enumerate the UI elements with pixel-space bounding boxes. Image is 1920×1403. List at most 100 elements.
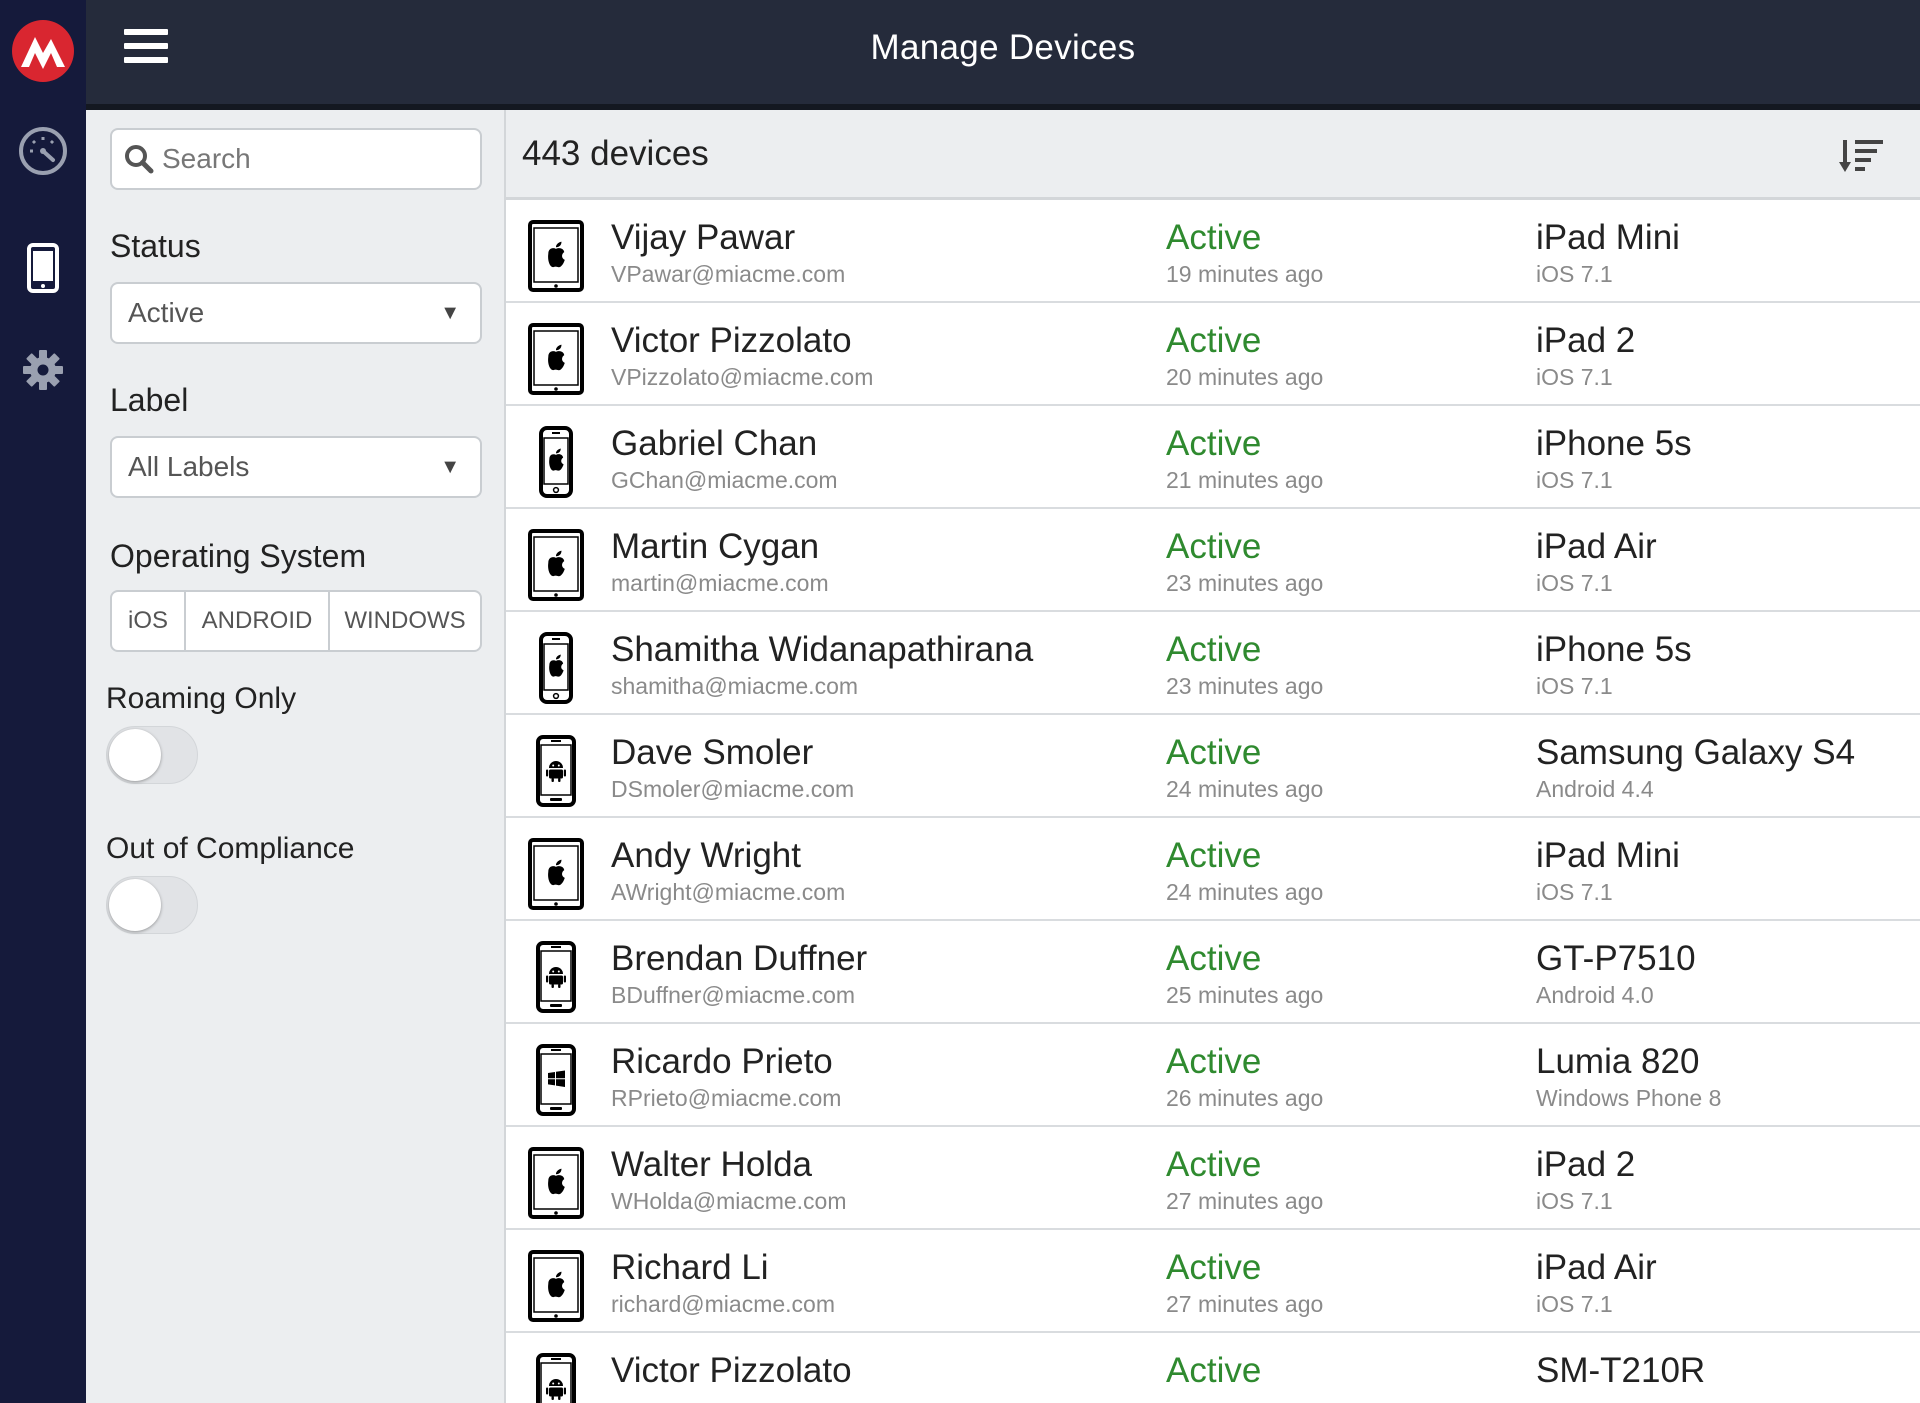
device-row[interactable]: Walter Holda WHolda@miacme.com Active 27 mi… [506, 1127, 1920, 1230]
device-row[interactable]: Andy Wright AWright@miacme.com Active 24 mi… [506, 818, 1920, 921]
device-status: Active [1166, 321, 1262, 360]
tablet-device-icon [528, 1250, 584, 1322]
phone-device-icon [536, 735, 576, 807]
device-row[interactable]: Vijay Pawar VPawar@miacme.com Active 19 min… [506, 200, 1920, 303]
device-os: iOS 7.1 [1536, 570, 1613, 596]
mobile-device-icon [27, 243, 59, 293]
device-type-icon [526, 632, 586, 704]
device-last-checkin: 20 minutes ago [1166, 364, 1324, 390]
device-owner-name: Richard Li [611, 1248, 769, 1287]
sort-descending-icon [1839, 140, 1883, 172]
phone-device-icon [539, 632, 573, 704]
dashboard-nav[interactable] [0, 122, 86, 180]
list-header: 443 devices [506, 110, 1920, 200]
device-type-icon [526, 1250, 586, 1322]
tablet-device-icon [528, 529, 584, 601]
device-status: Active [1166, 1248, 1262, 1287]
gear-icon [23, 350, 63, 390]
device-status: Active [1166, 218, 1262, 257]
device-list: Vijay Pawar VPawar@miacme.com Active 19 min… [506, 200, 1920, 1403]
status-select[interactable]: Active ▼ [110, 282, 482, 344]
search-input[interactable] [162, 143, 462, 175]
os-option-android[interactable]: ANDROID [186, 592, 330, 650]
device-model: iPad Mini [1536, 836, 1680, 875]
out-of-compliance-label: Out of Compliance [106, 832, 355, 865]
speedometer-icon [19, 127, 67, 175]
device-type-icon [526, 426, 586, 498]
device-status: Active [1166, 1042, 1262, 1081]
roaming-only-toggle[interactable] [106, 726, 198, 784]
page-title: Manage Devices [870, 28, 1136, 67]
device-model: iPad Air [1536, 1248, 1657, 1287]
device-row[interactable]: Victor Pizzolato VPizzolato@miacme.com Act… [506, 303, 1920, 406]
phone-device-icon [539, 426, 573, 498]
search-box[interactable] [110, 128, 482, 190]
device-os: Android 4.4 [1536, 776, 1654, 802]
device-owner-email: GChan@miacme.com [611, 467, 838, 493]
device-status: Active [1166, 424, 1262, 463]
device-type-icon [526, 735, 586, 807]
device-row[interactable]: Dave Smoler DSmoler@miacme.com Active 24 mi… [506, 715, 1920, 818]
device-os: Android 4.0 [1536, 982, 1654, 1008]
device-model: iPad Air [1536, 527, 1657, 566]
device-row[interactable]: Richard Li richard@miacme.com Active 27 min… [506, 1230, 1920, 1333]
device-os: iOS 7.1 [1536, 261, 1613, 287]
device-type-icon [526, 323, 586, 395]
device-model: iPad 2 [1536, 1145, 1636, 1184]
phone-device-icon [536, 1044, 576, 1116]
device-owner-name: Walter Holda [611, 1145, 812, 1184]
device-os: iOS 7.1 [1536, 467, 1613, 493]
device-last-checkin: 21 minutes ago [1166, 467, 1324, 493]
device-last-checkin: 23 minutes ago [1166, 570, 1324, 596]
toggle-knob [109, 879, 161, 931]
device-type-icon [526, 529, 586, 601]
dropdown-caret-icon: ▼ [440, 301, 460, 324]
device-count: 443 devices [522, 134, 709, 173]
device-last-checkin: 19 minutes ago [1166, 261, 1324, 287]
device-owner-name: Ricardo Prieto [611, 1042, 833, 1081]
icon-rail [0, 0, 86, 1403]
device-row[interactable]: Brendan Duffner BDuffner@miacme.com Active… [506, 921, 1920, 1024]
filter-panel: Status Active ▼ Label All Labels ▼ Opera… [86, 110, 506, 1403]
device-owner-name: Martin Cygan [611, 527, 820, 566]
label-select[interactable]: All Labels ▼ [110, 436, 482, 498]
device-row[interactable]: Martin Cygan martin@miacme.com Active 23 mi… [506, 509, 1920, 612]
tablet-device-icon [528, 1147, 584, 1219]
out-of-compliance-toggle[interactable] [106, 876, 198, 934]
device-owner-name: Brendan Duffner [611, 939, 868, 978]
device-owner-email: VPizzolato@miacme.com [611, 364, 874, 390]
device-type-icon [526, 1044, 586, 1116]
device-status: Active [1166, 630, 1262, 669]
device-owner-email: martin@miacme.com [611, 570, 829, 596]
devices-nav[interactable] [0, 232, 86, 304]
device-list-panel: 443 devices Vijay Pawar VPawar@miacme.com… [506, 110, 1920, 1403]
device-owner-email: RPrieto@miacme.com [611, 1085, 842, 1111]
settings-nav[interactable] [0, 342, 86, 398]
sort-button[interactable] [1838, 136, 1884, 176]
tablet-device-icon [528, 838, 584, 910]
label-filter-label: Label [110, 382, 189, 418]
os-option-windows[interactable]: WINDOWS [330, 592, 480, 650]
device-type-icon [526, 941, 586, 1013]
device-model: GT-P7510 [1536, 939, 1696, 978]
logo-button[interactable] [0, 18, 86, 84]
device-row[interactable]: Ricardo Prieto RPrieto@miacme.com Active 26… [506, 1024, 1920, 1127]
device-row[interactable]: Gabriel Chan GChan@miacme.com Active 21 min… [506, 406, 1920, 509]
device-last-checkin: 26 minutes ago [1166, 1085, 1324, 1111]
roaming-only-label: Roaming Only [106, 682, 297, 715]
phone-device-icon [536, 941, 576, 1013]
tablet-device-icon [528, 220, 584, 292]
device-last-checkin: 24 minutes ago [1166, 879, 1324, 905]
device-os: iOS 7.1 [1536, 1188, 1613, 1214]
device-row[interactable]: Shamitha Widanapathirana shamitha@miacme.… [506, 612, 1920, 715]
mobileiron-logo-icon [12, 20, 74, 82]
device-status: Active [1166, 939, 1262, 978]
device-os: iOS 7.1 [1536, 673, 1613, 699]
device-owner-name: Vijay Pawar [611, 218, 796, 257]
os-option-ios[interactable]: iOS [112, 592, 186, 650]
device-model: iPad 2 [1536, 321, 1636, 360]
device-type-icon [526, 220, 586, 292]
device-status: Active [1166, 527, 1262, 566]
device-row[interactable]: Victor Pizzolato Active SM-T210R [506, 1333, 1920, 1403]
device-status: Active [1166, 733, 1262, 772]
